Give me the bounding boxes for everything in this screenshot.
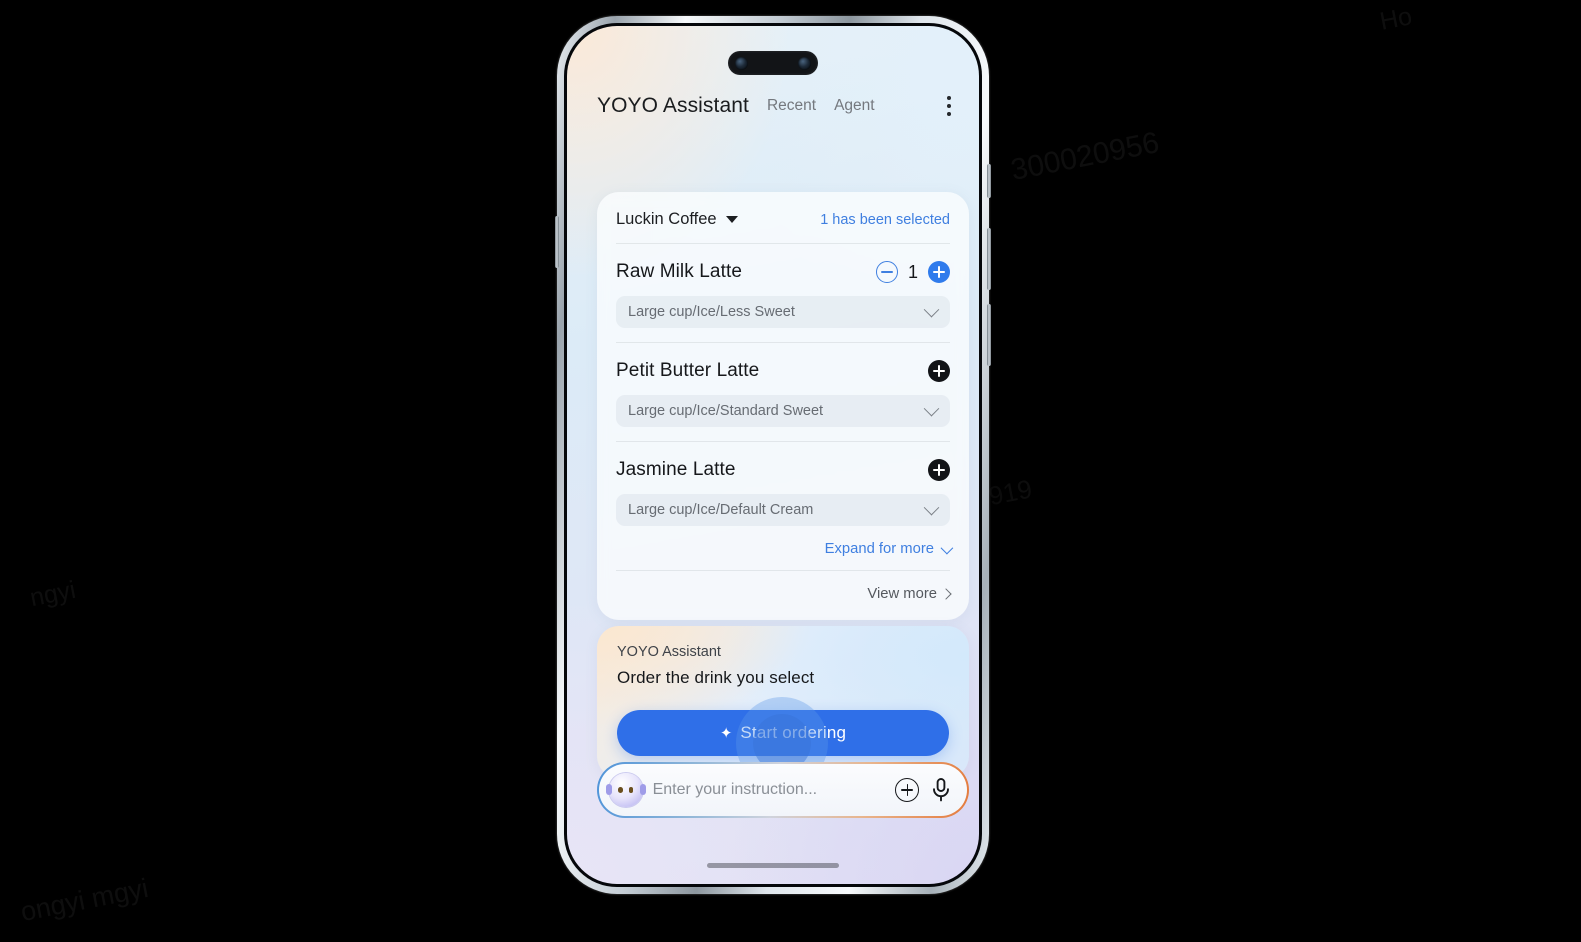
sparkle-icon: ✦ (719, 724, 733, 742)
dot (947, 112, 951, 116)
instruction-input[interactable] (652, 781, 886, 799)
drink-item-row: Raw Milk Latte 1 Large cup/Ice/Less Swee… (616, 244, 950, 343)
plus-circle-dark-icon[interactable] (928, 459, 950, 481)
side-button-volume-up[interactable] (987, 228, 991, 290)
drink-item-row: Petit Butter Latte Large cup/Ice/Standar… (616, 343, 950, 442)
home-indicator (707, 863, 839, 868)
quantity-stepper: 1 (875, 261, 950, 283)
tab-agent[interactable]: Agent (834, 97, 875, 115)
minus-circle-icon[interactable] (875, 261, 898, 283)
watermark-text: Ho (1377, 2, 1415, 36)
side-button-power[interactable] (555, 216, 559, 268)
dot (947, 104, 951, 108)
drink-item-header: Raw Milk Latte 1 (616, 257, 950, 287)
drink-options-select[interactable]: Large cup/Ice/Default Cream (616, 494, 950, 526)
drinks-selection-card: Luckin Coffee 1 has been selected Raw Mi… (597, 192, 969, 620)
plus-circle-dark-icon[interactable] (928, 360, 950, 382)
drink-item-header: Jasmine Latte (616, 455, 950, 485)
expand-for-more-label: Expand for more (824, 541, 934, 557)
drink-name-label: Jasmine Latte (616, 459, 736, 480)
shop-selector[interactable]: Luckin Coffee (616, 210, 738, 229)
chevron-down-icon (923, 499, 940, 515)
camera-cutout-icon (728, 51, 818, 75)
assistant-message-text: Order the drink you select (617, 668, 815, 687)
side-button-volume-down[interactable] (987, 304, 991, 366)
chevron-down-icon (923, 400, 940, 416)
watermark-text: ngyi (27, 575, 79, 613)
drink-options-label: Large cup/Ice/Standard Sweet (628, 403, 824, 419)
card-header: Luckin Coffee 1 has been selected (616, 210, 950, 243)
start-ordering-button[interactable]: ✦ Start ordering (617, 710, 949, 756)
watermark-text: ongyi mgyi (18, 872, 151, 928)
start-ordering-label: Start ordering (740, 723, 847, 742)
expand-for-more-button[interactable]: Expand for more (616, 526, 954, 570)
view-more-button[interactable]: View more (616, 571, 952, 608)
drink-name-label: Raw Milk Latte (616, 261, 742, 282)
chevron-down-icon (940, 541, 954, 554)
instruction-input-bar-inner (598, 763, 968, 817)
drink-options-label: Large cup/Ice/Less Sweet (628, 304, 795, 320)
chevron-down-icon (923, 301, 940, 317)
plus-circle-filled-icon[interactable] (928, 261, 950, 283)
caret-down-icon (725, 216, 738, 223)
app-header: YOYO Assistant Recent Agent (567, 90, 979, 122)
side-button-mute[interactable] (987, 164, 991, 198)
microphone-icon[interactable] (929, 777, 953, 803)
bot-avatar-icon[interactable] (605, 773, 646, 807)
tab-recent[interactable]: Recent (767, 97, 816, 115)
phone-device-frame: YOYO Assistant Recent Agent Luckin Coffe… (555, 16, 991, 894)
drink-name-label: Petit Butter Latte (616, 360, 760, 381)
instruction-input-bar (597, 762, 969, 818)
page-title: YOYO Assistant (597, 94, 749, 117)
drink-options-label: Large cup/Ice/Default Cream (628, 502, 814, 518)
selected-count-label: 1 has been selected (820, 211, 950, 228)
view-more-label: View more (867, 586, 937, 602)
camera-lens-icon (798, 56, 811, 70)
bot-eye (618, 787, 623, 793)
drink-options-select[interactable]: Large cup/Ice/Less Sweet (616, 296, 950, 328)
assistant-name-label: YOYO Assistant (617, 644, 721, 660)
assistant-message-card: YOYO Assistant Order the drink you selec… (597, 626, 969, 778)
watermark-text: 300020956 (1008, 125, 1162, 188)
phone-screen: YOYO Assistant Recent Agent Luckin Coffe… (567, 26, 979, 884)
bot-eye (628, 787, 634, 793)
bot-ear (639, 784, 646, 795)
more-vertical-icon[interactable] (941, 90, 957, 122)
chevron-right-icon (940, 588, 952, 600)
camera-lens-icon (735, 56, 748, 70)
quantity-value: 1 (907, 261, 918, 282)
dot (947, 96, 951, 100)
drink-options-select[interactable]: Large cup/Ice/Standard Sweet (616, 395, 950, 427)
plus-circle-icon[interactable] (895, 778, 920, 802)
drink-item-header: Petit Butter Latte (616, 356, 950, 386)
shop-name-label: Luckin Coffee (616, 210, 717, 228)
drink-item-row: Jasmine Latte Large cup/Ice/Default Crea… (616, 442, 950, 526)
bot-ear (605, 784, 612, 795)
phone-bezel: YOYO Assistant Recent Agent Luckin Coffe… (564, 23, 982, 887)
